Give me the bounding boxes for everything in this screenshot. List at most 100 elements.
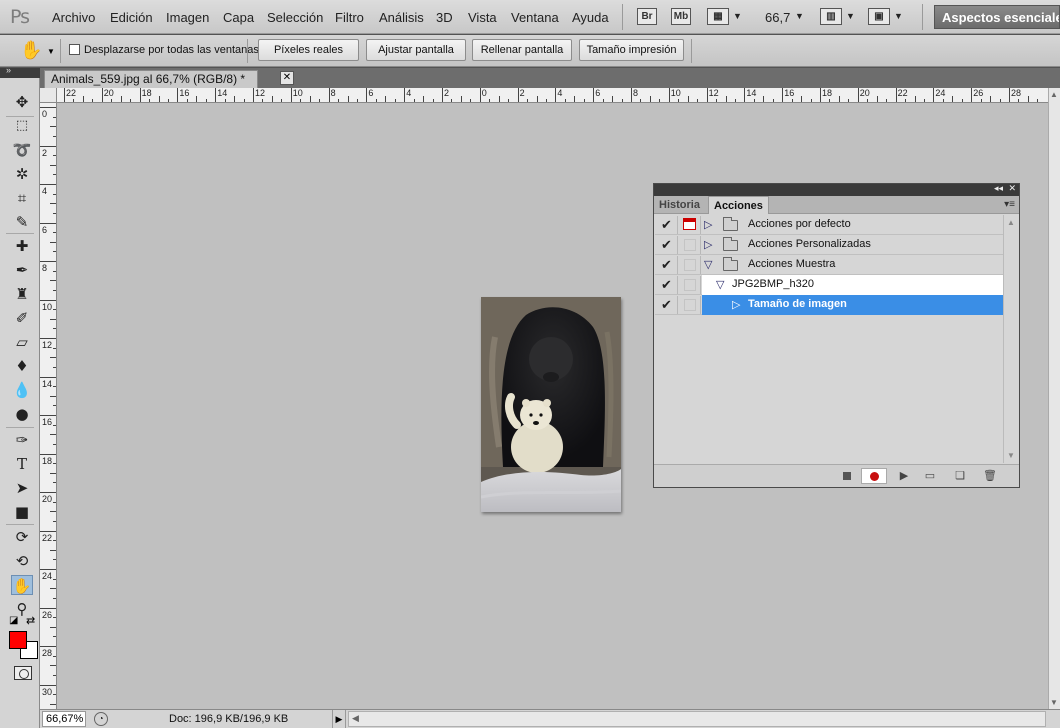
eraser-tool-icon[interactable]: ▱: [11, 332, 33, 352]
horizontal-scrollbar[interactable]: ◀: [348, 711, 1046, 727]
chevron-down-icon[interactable]: ▼: [894, 11, 903, 21]
panel-menu-icon[interactable]: ▾≡: [1004, 199, 1015, 210]
toggle-item-checkbox[interactable]: ✔: [656, 276, 678, 294]
expanded-triangle-icon[interactable]: ▽: [716, 278, 724, 291]
toggle-item-checkbox[interactable]: ✔: [656, 216, 678, 234]
scroll-all-windows-checkbox[interactable]: [69, 44, 80, 55]
close-icon[interactable]: ✕: [280, 71, 294, 85]
menu-ayuda[interactable]: Ayuda: [572, 10, 609, 25]
action-row[interactable]: ✔ ▽ Acciones Muestra: [655, 255, 1003, 275]
chevron-down-icon[interactable]: ▼: [795, 11, 804, 21]
default-colors-icon[interactable]: ◪: [9, 615, 18, 626]
screen-mode-icon[interactable]: ▣: [868, 8, 890, 25]
toggle-dialog-checkbox[interactable]: [679, 256, 701, 274]
toggle-dialog-checkbox[interactable]: [679, 296, 701, 314]
brush-tool-icon[interactable]: ✒: [11, 260, 33, 280]
toggle-item-checkbox[interactable]: ✔: [656, 296, 678, 314]
menu-imagen[interactable]: Imagen: [166, 10, 209, 25]
clone-stamp-tool-icon[interactable]: ♜: [11, 284, 33, 304]
toggle-dialog-checkbox[interactable]: [679, 276, 701, 294]
document-tab[interactable]: Animals_559.jpg al 66,7% (RGB/8) *: [44, 70, 258, 88]
new-action-icon[interactable]: ❏: [950, 468, 970, 484]
expand-panel-icon[interactable]: »: [6, 65, 11, 75]
move-tool-icon[interactable]: ✥: [11, 92, 33, 112]
collapsed-triangle-icon[interactable]: ▷: [704, 218, 712, 231]
menu-3d[interactable]: 3D: [436, 10, 453, 25]
ruler-origin[interactable]: [40, 88, 57, 103]
new-set-icon[interactable]: ▭: [920, 468, 940, 484]
menu-ventana[interactable]: Ventana: [511, 10, 559, 25]
status-info-icon[interactable]: ◔: [94, 712, 108, 726]
horizontal-ruler[interactable]: 22 20 18 16 14 12 10 8 6 4 2 0 2 4 6 8 10 12 14 16 18 20 22 24 2…: [57, 88, 1048, 103]
trash-icon[interactable]: 🗑: [980, 468, 1000, 484]
status-zoom-field[interactable]: 66,67%: [42, 711, 86, 727]
spot-healing-tool-icon[interactable]: ✚: [11, 236, 33, 256]
expanded-triangle-icon[interactable]: ▽: [704, 258, 712, 271]
menu-analisis[interactable]: Análisis: [379, 10, 424, 25]
vertical-scrollbar[interactable]: ▲ ▼: [1048, 88, 1060, 709]
toggle-dialog-checkbox[interactable]: [679, 236, 701, 254]
scroll-down-icon[interactable]: ▼: [1050, 698, 1058, 707]
chevron-down-icon[interactable]: ▼: [47, 47, 55, 56]
path-selection-tool-icon[interactable]: ➤: [11, 478, 33, 498]
record-icon[interactable]: [861, 468, 887, 484]
eyedropper-tool-icon[interactable]: ✎: [11, 212, 33, 232]
action-row-body[interactable]: ▽ Acciones Muestra: [702, 255, 1003, 275]
action-row[interactable]: ✔ ▷ Acciones Personalizadas: [655, 235, 1003, 255]
foreground-color-swatch[interactable]: [9, 631, 27, 649]
collapsed-triangle-icon[interactable]: ▷: [704, 238, 712, 251]
panel-scrollbar[interactable]: ▲ ▼: [1003, 215, 1018, 463]
3d-rotate-tool-icon[interactable]: ⟳: [11, 527, 33, 547]
close-icon[interactable]: ✕: [1008, 183, 1016, 194]
tab-acciones[interactable]: Acciones: [708, 196, 769, 214]
action-row[interactable]: ✔ ▽ JPG2BMP_h320: [655, 275, 1003, 295]
scroll-left-icon[interactable]: ◀: [352, 713, 359, 724]
menu-archivo[interactable]: Archivo: [52, 10, 95, 25]
panel-title-bar[interactable]: ◂◂ ✕: [654, 183, 1019, 196]
swap-colors-icon[interactable]: ⇄: [26, 614, 35, 627]
menu-vista[interactable]: Vista: [468, 10, 497, 25]
action-row[interactable]: ✔ ▷ Tamaño de imagen: [655, 295, 1003, 315]
workspace-switcher[interactable]: Aspectos esenciales: [934, 5, 1060, 29]
chevron-down-icon[interactable]: ▼: [733, 11, 742, 21]
type-tool-icon[interactable]: T: [11, 454, 33, 474]
toggle-item-checkbox[interactable]: ✔: [656, 256, 678, 274]
tab-historia[interactable]: Historia: [654, 196, 705, 214]
stop-icon[interactable]: [837, 468, 857, 484]
scroll-down-icon[interactable]: ▼: [1007, 451, 1015, 460]
toggle-dialog-checkbox[interactable]: [679, 216, 701, 234]
vertical-ruler[interactable]: 0 2 4 6 8 10 12 14 16 18 20 22 24 26 28 30: [40, 103, 57, 709]
scroll-up-icon[interactable]: ▲: [1050, 90, 1058, 99]
view-extras-icon[interactable]: ▦: [707, 8, 729, 25]
fill-screen-button[interactable]: Rellenar pantalla: [472, 39, 572, 61]
quick-selection-tool-icon[interactable]: ✲: [11, 164, 33, 184]
3d-orbit-tool-icon[interactable]: ⟲: [11, 551, 33, 571]
lasso-tool-icon[interactable]: ➰: [11, 140, 33, 160]
scroll-up-icon[interactable]: ▲: [1007, 218, 1015, 227]
pen-tool-icon[interactable]: ✑: [11, 430, 33, 450]
toggle-item-checkbox[interactable]: ✔: [656, 236, 678, 254]
crop-tool-icon[interactable]: ⌗: [11, 188, 33, 208]
fit-screen-button[interactable]: Ajustar pantalla: [366, 39, 466, 61]
menu-capa[interactable]: Capa: [223, 10, 254, 25]
action-row-body[interactable]: ▽ JPG2BMP_h320: [702, 275, 1003, 295]
action-row-body[interactable]: ▷ Acciones Personalizadas: [702, 235, 1003, 255]
document-image[interactable]: [481, 297, 621, 512]
hand-tool-icon[interactable]: ✋: [11, 575, 33, 595]
action-row-body[interactable]: ▷ Acciones por defecto: [702, 215, 1003, 235]
chevron-down-icon[interactable]: ▼: [846, 11, 855, 21]
play-icon[interactable]: ▶: [894, 468, 914, 484]
menu-seleccion[interactable]: Selección: [267, 10, 323, 25]
quick-mask-icon[interactable]: [14, 666, 32, 680]
rectangle-tool-icon[interactable]: ■: [11, 502, 33, 522]
menu-edicion[interactable]: Edición: [110, 10, 153, 25]
minibridge-button[interactable]: Mb: [671, 8, 691, 25]
zoom-level[interactable]: 66,7: [765, 10, 790, 25]
tools-panel-header[interactable]: »: [0, 65, 40, 78]
action-row-body[interactable]: ▷ Tamaño de imagen: [702, 295, 1003, 315]
bridge-button[interactable]: Br: [637, 8, 657, 25]
action-row[interactable]: ✔ ▷ Acciones por defecto: [655, 215, 1003, 235]
blur-tool-icon[interactable]: 💧: [11, 380, 33, 400]
hand-tool-preset-icon[interactable]: ✋: [20, 40, 42, 61]
marquee-tool-icon[interactable]: ⬚: [11, 116, 33, 136]
